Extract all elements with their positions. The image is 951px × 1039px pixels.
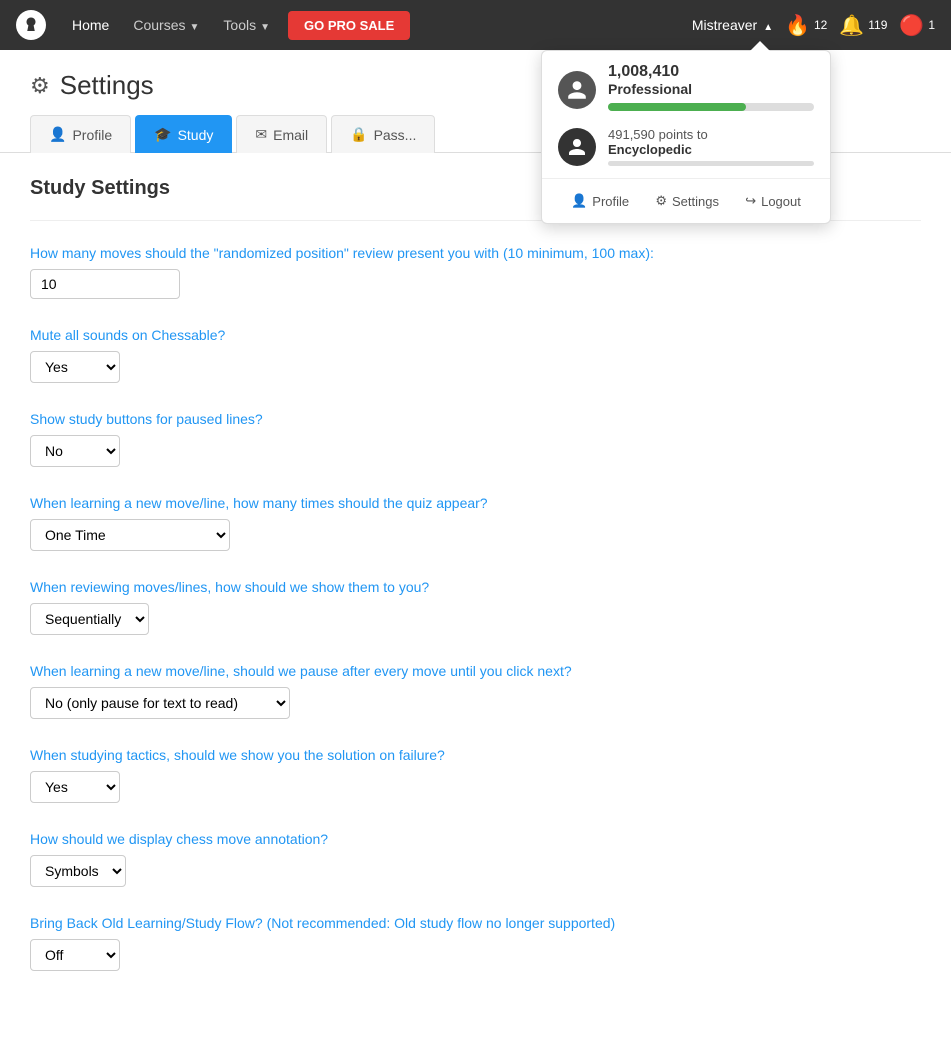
user-points: 1,008,410 <box>608 63 814 81</box>
tab-email-label: Email <box>273 127 308 143</box>
next-rank-icon <box>558 128 596 166</box>
annotation-display-select[interactable]: Symbols Text <box>30 855 126 887</box>
username-label: Mistreaver <box>692 17 757 33</box>
dropdown-arrow <box>750 41 770 51</box>
site-logo[interactable] <box>16 10 46 40</box>
setting-quiz-appear-label: When learning a new move/line, how many … <box>30 495 921 511</box>
dropdown-user-row: 1,008,410 Professional <box>558 63 814 117</box>
alert-button[interactable]: 🔴 1 <box>899 13 935 38</box>
fire-streak-button[interactable]: 🔥 12 <box>785 13 827 38</box>
alert-icon: 🔴 <box>899 13 924 38</box>
dropdown-user-section: 1,008,410 Professional 491,590 points to… <box>542 51 830 178</box>
user-chevron-icon <box>763 17 773 33</box>
rank-progress-bar <box>608 103 814 111</box>
tab-password-label: Pass... <box>374 127 417 143</box>
dropdown-settings-link[interactable]: ⚙ Settings <box>647 189 727 213</box>
next-rank-label: Encyclopedic <box>608 142 814 157</box>
settings-gear-icon <box>30 73 50 99</box>
user-rank: Professional <box>608 81 814 97</box>
setting-mute-sounds: Mute all sounds on Chessable? Yes No <box>30 327 921 383</box>
user-icon: 👤 <box>571 193 587 209</box>
show-solution-select[interactable]: Yes No <box>30 771 120 803</box>
quiz-appear-select[interactable]: One Time Two Times Three Times <box>30 519 230 551</box>
dropdown-menu: 👤 Profile ⚙ Settings ↪ Logout <box>542 178 830 223</box>
tab-profile-label: Profile <box>72 127 112 143</box>
avatar <box>558 71 596 109</box>
mute-sounds-select[interactable]: Yes No <box>30 351 120 383</box>
next-rank-points: 491,590 points to <box>608 127 814 142</box>
dropdown-next-info: 491,590 points to Encyclopedic <box>608 127 814 166</box>
user-menu-button[interactable]: Mistreaver <box>692 17 773 33</box>
setting-pause-every-move-label: When learning a new move/line, should we… <box>30 663 921 679</box>
setting-show-solution-label: When studying tactics, should we show yo… <box>30 747 921 763</box>
setting-mute-sounds-label: Mute all sounds on Chessable? <box>30 327 921 343</box>
tab-password[interactable]: 🔒 Pass... <box>331 115 435 153</box>
bell-count: 119 <box>868 18 887 32</box>
setting-randomized-moves-label: How many moves should the "randomized po… <box>30 245 921 261</box>
dropdown-logout-link[interactable]: ↪ Logout <box>737 189 809 213</box>
setting-old-study-flow: Bring Back Old Learning/Study Flow? (Not… <box>30 915 921 971</box>
logout-icon: ↪ <box>745 193 756 209</box>
nav-home[interactable]: Home <box>62 11 119 39</box>
setting-show-solution: When studying tactics, should we show yo… <box>30 747 921 803</box>
bell-icon: 🔔 <box>839 13 864 38</box>
study-tab-icon: 🎓 <box>154 126 171 143</box>
setting-randomized-moves: How many moves should the "randomized po… <box>30 245 921 299</box>
tab-study-label: Study <box>178 127 214 143</box>
alert-count: 1 <box>928 18 935 32</box>
dropdown-next-row: 491,590 points to Encyclopedic <box>558 127 814 166</box>
dropdown-user-info: 1,008,410 Professional <box>608 63 814 117</box>
setting-old-study-flow-label: Bring Back Old Learning/Study Flow? (Not… <box>30 915 921 931</box>
email-tab-icon: ✉ <box>255 126 267 143</box>
setting-quiz-appear: When learning a new move/line, how many … <box>30 495 921 551</box>
nav-links: Home Courses Tools GO PRO SALE <box>62 11 692 40</box>
notification-button[interactable]: 🔔 119 <box>839 13 887 38</box>
page-title: Settings <box>60 70 154 101</box>
nav-tools[interactable]: Tools <box>213 11 280 39</box>
setting-study-buttons-paused: Show study buttons for paused lines? No … <box>30 411 921 467</box>
randomized-moves-input[interactable] <box>30 269 180 299</box>
dropdown-profile-link[interactable]: 👤 Profile <box>563 189 637 213</box>
tab-email[interactable]: ✉ Email <box>236 115 327 153</box>
fire-icon: 🔥 <box>785 13 810 38</box>
rank-progress-fill <box>608 103 746 111</box>
study-settings-body: Study Settings How many moves should the… <box>0 153 951 1039</box>
nav-right: Mistreaver 🔥 12 🔔 119 🔴 1 <box>692 13 935 38</box>
fire-count: 12 <box>814 18 827 32</box>
setting-annotation-display-label: How should we display chess move annotat… <box>30 831 921 847</box>
review-order-select[interactable]: Sequentially Randomly <box>30 603 149 635</box>
user-dropdown: 1,008,410 Professional 491,590 points to… <box>541 50 831 224</box>
setting-study-buttons-paused-label: Show study buttons for paused lines? <box>30 411 921 427</box>
go-pro-button[interactable]: GO PRO SALE <box>288 11 410 40</box>
tab-study[interactable]: 🎓 Study <box>135 115 232 153</box>
nav-courses[interactable]: Courses <box>123 11 209 39</box>
study-buttons-paused-select[interactable]: No Yes <box>30 435 120 467</box>
profile-tab-icon: 👤 <box>49 126 66 143</box>
courses-chevron-icon <box>190 17 200 33</box>
setting-review-order-label: When reviewing moves/lines, how should w… <box>30 579 921 595</box>
tab-profile[interactable]: 👤 Profile <box>30 115 131 153</box>
lock-tab-icon: 🔒 <box>350 126 367 143</box>
gear-icon: ⚙ <box>655 193 667 209</box>
setting-annotation-display: How should we display chess move annotat… <box>30 831 921 887</box>
next-rank-bar <box>608 161 814 166</box>
navbar: Home Courses Tools GO PRO SALE Mistreave… <box>0 0 951 50</box>
setting-pause-every-move: When learning a new move/line, should we… <box>30 663 921 719</box>
setting-review-order: When reviewing moves/lines, how should w… <box>30 579 921 635</box>
pause-every-move-select[interactable]: No (only pause for text to read) Yes <box>30 687 290 719</box>
tools-chevron-icon <box>260 17 270 33</box>
old-study-flow-select[interactable]: Off On <box>30 939 120 971</box>
